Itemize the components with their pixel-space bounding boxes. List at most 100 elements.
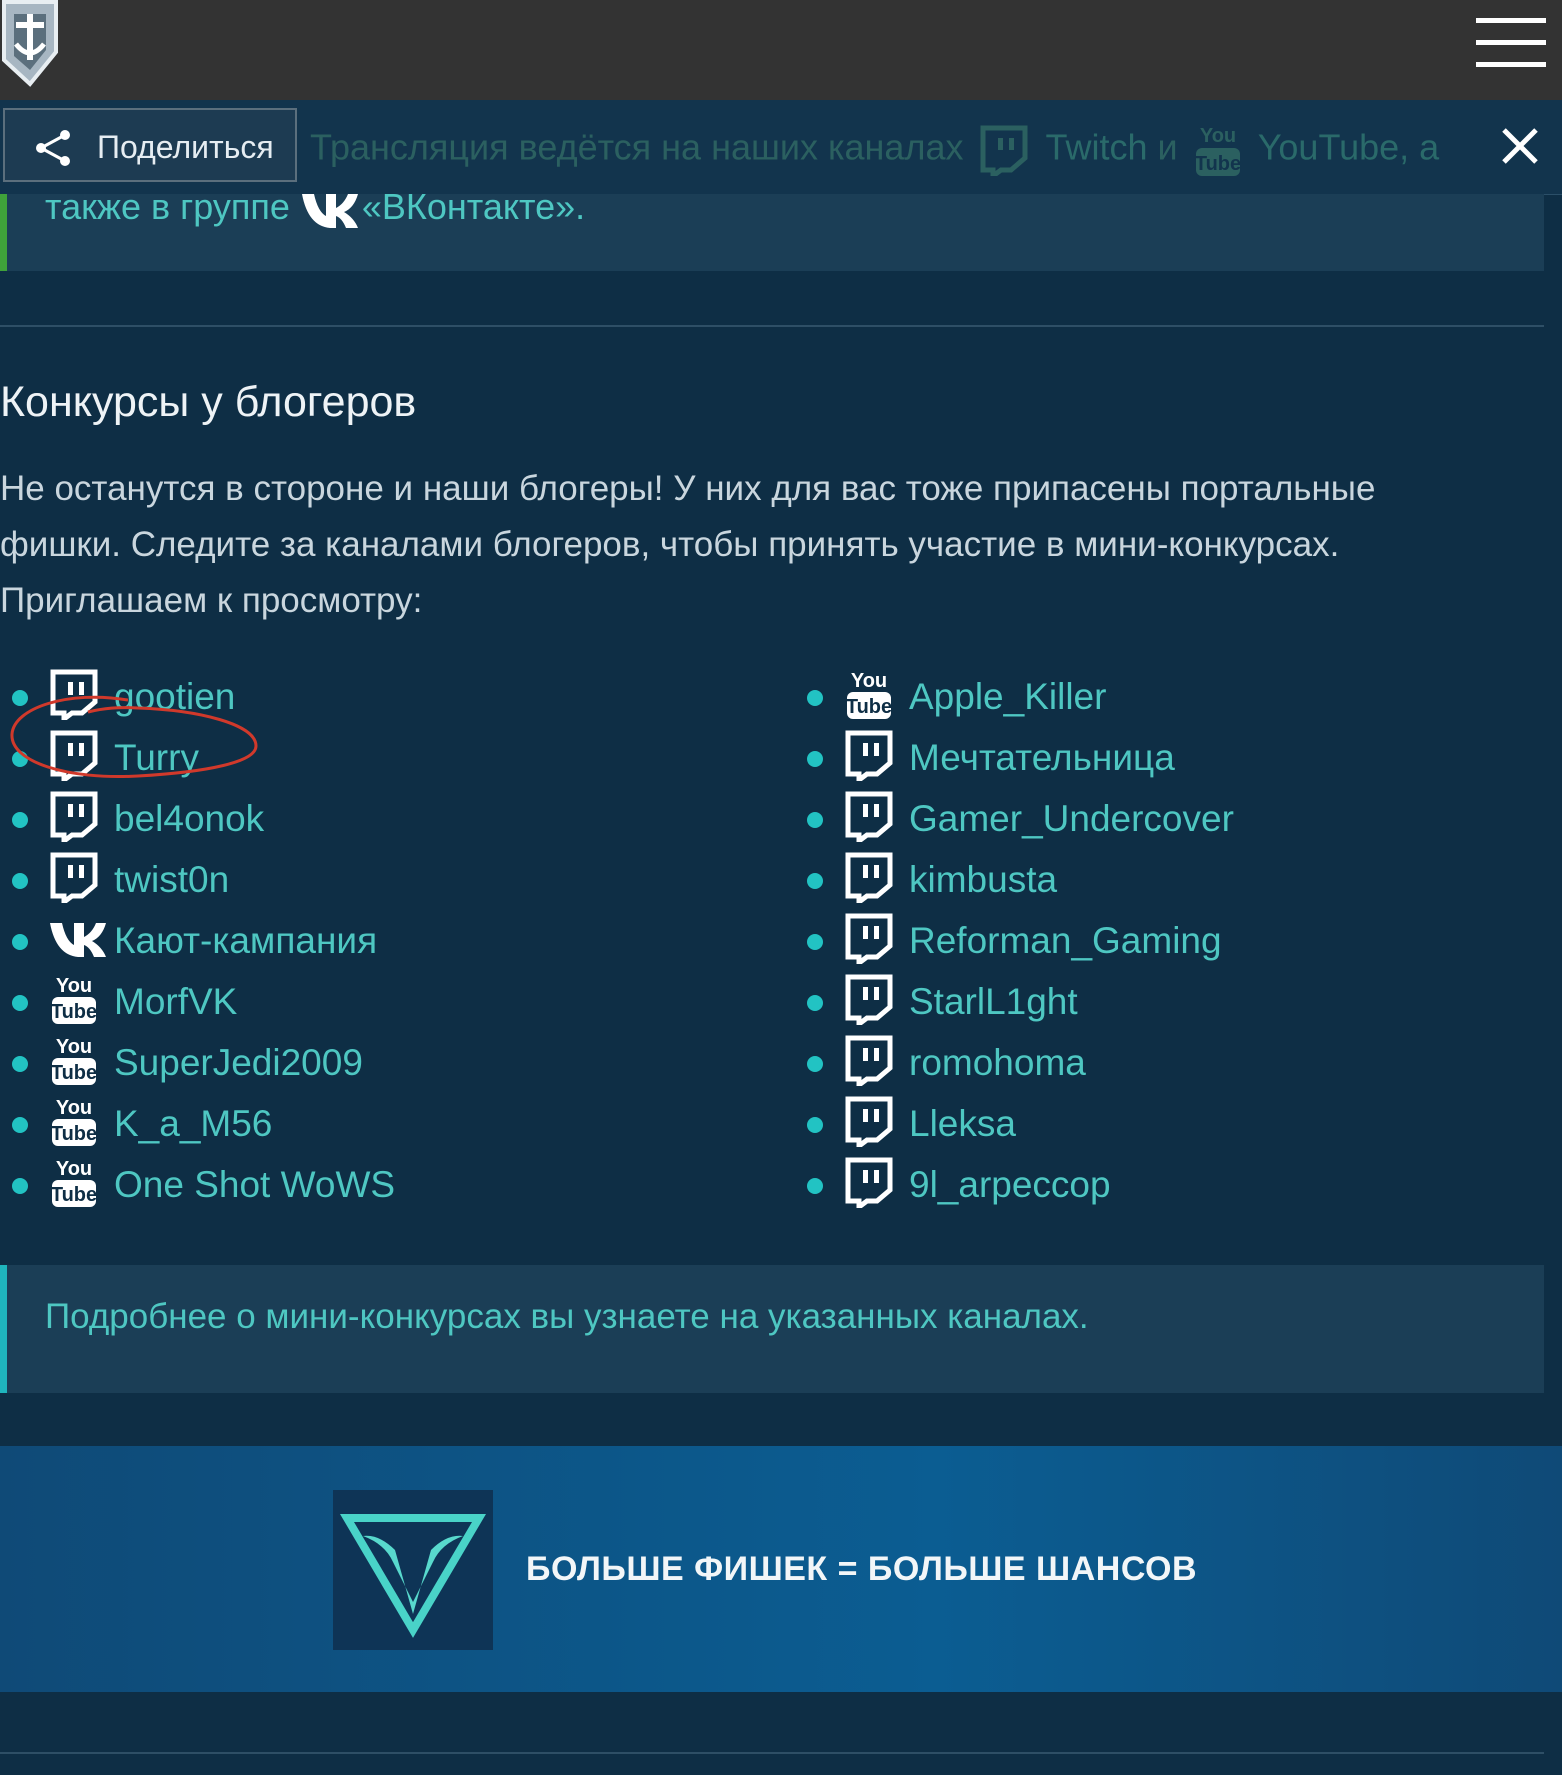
info-callout: Подробнее о мини-конкурсах вы узнаете на… (0, 1265, 1544, 1393)
bullet-dot (12, 934, 28, 950)
bullet-dot (12, 751, 28, 767)
blogger-name-link[interactable]: Lleksa (909, 1103, 1016, 1145)
blogger-item[interactable]: gootien (0, 668, 700, 729)
callout-prefix: также в группе (45, 186, 290, 227)
blogger-item[interactable]: You Tube One Shot WoWS (0, 1156, 700, 1217)
bullet-dot (12, 995, 28, 1011)
blogger-item[interactable]: Gamer_Undercover (795, 790, 1535, 851)
close-icon[interactable] (1498, 124, 1542, 168)
share-button-label: Поделиться (97, 129, 274, 165)
blogger-item[interactable]: Кают-кампания (0, 912, 700, 973)
svg-text:Tube: Tube (846, 696, 892, 718)
svg-text:You: You (851, 670, 887, 692)
bullet-dot (807, 751, 823, 767)
blogger-name-link[interactable]: One Shot WoWS (114, 1164, 395, 1206)
share-button[interactable]: Поделиться (3, 108, 297, 182)
section-paragraph: Не останутся в стороне и наши блогеры! У… (0, 469, 1376, 620)
blogger-name-link[interactable]: Мечтательница (909, 737, 1175, 779)
blogger-name-link[interactable]: Apple_Killer (909, 676, 1106, 718)
bullet-dot (12, 690, 28, 706)
vk-icon (48, 912, 106, 964)
blogger-name-link[interactable]: kimbusta (909, 859, 1057, 901)
promo-banner[interactable]: БОЛЬШЕ ФИШЕК = БОЛЬШЕ ШАНСОВ (0, 1446, 1562, 1692)
blogger-name-link[interactable]: gootien (114, 676, 235, 718)
twitch-icon (48, 729, 100, 785)
bullet-dot (807, 812, 823, 828)
triangle-whale-tail-emblem-icon (333, 1490, 493, 1650)
blogger-item[interactable]: You Tube Apple_Killer (795, 668, 1535, 729)
svg-text:You: You (1200, 125, 1236, 147)
blogger-item[interactable]: romohoma (795, 1034, 1535, 1095)
blogger-name-link[interactable]: Reforman_Gaming (909, 920, 1222, 962)
svg-text:Tube: Tube (1195, 153, 1241, 175)
blogger-name-link[interactable]: Кают-кампания (114, 920, 377, 962)
youtube-icon: You Tube (48, 1156, 100, 1208)
svg-text:You: You (56, 1097, 92, 1119)
blogger-name-link[interactable]: 9l_arpeccop (909, 1164, 1111, 1206)
bullet-dot (807, 873, 823, 889)
youtube-icon: You Tube (1195, 125, 1241, 176)
blogger-item[interactable]: StarlL1ght (795, 973, 1535, 1034)
blogger-name-link[interactable]: twist0n (114, 859, 229, 901)
bullet-dot (12, 1178, 28, 1194)
twitch-icon (843, 973, 895, 1029)
blogger-item[interactable]: Lleksa (795, 1095, 1535, 1156)
twitch-icon (980, 125, 1028, 181)
share-icon (36, 130, 70, 166)
youtube-icon: You Tube (48, 973, 100, 1025)
svg-text:Tube: Tube (51, 1062, 97, 1084)
blogger-item[interactable]: Reforman_Gaming (795, 912, 1535, 973)
twitch-icon (843, 1156, 895, 1212)
twitch-icon (843, 1095, 895, 1151)
bullet-dot (807, 1056, 823, 1072)
top-navigation-bar (0, 0, 1562, 100)
page-title: Конкурсы у блогеров (0, 378, 417, 426)
blogger-item[interactable]: You Tube SuperJedi2009 (0, 1034, 700, 1095)
blogger-item[interactable]: You Tube MorfVK (0, 973, 700, 1034)
blogger-item[interactable]: twist0n (0, 851, 700, 912)
twitch-icon (48, 790, 100, 846)
blogger-name-link[interactable]: Gamer_Undercover (909, 798, 1234, 840)
blogger-name-link[interactable]: MorfVK (114, 981, 237, 1023)
blogger-name-link[interactable]: SuperJedi2009 (114, 1042, 363, 1084)
bullet-dot (807, 690, 823, 706)
svg-text:Tube: Tube (51, 1123, 97, 1145)
anchor-shield-logo-icon[interactable] (0, 0, 64, 88)
twitch-icon (843, 851, 895, 907)
twitch-icon (843, 912, 895, 968)
bullet-dot (12, 873, 28, 889)
announcement-text: Трансляция ведётся на наших каналах Twit… (310, 122, 1439, 181)
bullet-dot (12, 812, 28, 828)
blogger-name-link[interactable]: Turry (114, 737, 199, 779)
share-bar: Трансляция ведётся на наших каналах Twit… (0, 100, 1562, 195)
vk-link[interactable]: «ВКонтакте» (362, 186, 575, 227)
svg-text:Tube: Tube (51, 1184, 97, 1206)
blogger-item[interactable]: Мечтательница (795, 729, 1535, 790)
stream-callout: также в группе «ВКонтакте». (0, 186, 1544, 271)
bullet-dot (807, 1117, 823, 1133)
blogger-name-link[interactable]: romohoma (909, 1042, 1086, 1084)
blogger-item[interactable]: kimbusta (795, 851, 1535, 912)
twitch-icon (843, 1034, 895, 1090)
youtube-icon: You Tube (48, 1095, 100, 1147)
blogger-list-right: You Tube Apple_Killer Мечтательница Gamer_Un… (795, 668, 1535, 1217)
blogger-name-link[interactable]: StarlL1ght (909, 981, 1078, 1023)
blogger-name-link[interactable]: K_a_M56 (114, 1103, 272, 1145)
blogger-item[interactable]: bel4onok (0, 790, 700, 851)
blogger-item[interactable]: Turry (0, 729, 700, 790)
bullet-dot (807, 1178, 823, 1194)
svg-text:You: You (56, 1036, 92, 1058)
footer-divider (0, 1752, 1544, 1754)
twitch-icon (843, 790, 895, 846)
bullet-dot (807, 995, 823, 1011)
blogger-item[interactable]: 9l_arpeccop (795, 1156, 1535, 1217)
bullet-dot (807, 934, 823, 950)
blogger-item[interactable]: You Tube K_a_M56 (0, 1095, 700, 1156)
blogger-list-left: gootien Turry bel4onok twist0n Кают-кампания… (0, 668, 700, 1217)
youtube-icon: You Tube (843, 668, 895, 720)
youtube-icon: You Tube (48, 1034, 100, 1086)
hamburger-menu-icon[interactable] (1452, 18, 1562, 70)
info-callout-text: Подробнее о мини-конкурсах вы узнаете на… (45, 1297, 1089, 1336)
twitch-icon (48, 668, 100, 724)
blogger-name-link[interactable]: bel4onok (114, 798, 264, 840)
